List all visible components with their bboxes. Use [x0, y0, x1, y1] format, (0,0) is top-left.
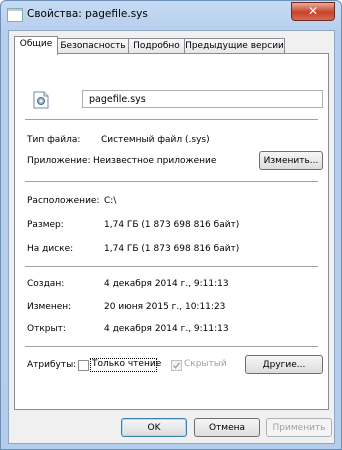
application-label: Приложение:: [27, 156, 91, 166]
hidden-checkbox[interactable]: [171, 360, 182, 371]
file-type-label: Тип файла:: [27, 135, 81, 145]
attributes-label: Атрибуты:: [27, 360, 77, 370]
apply-button[interactable]: Применить: [266, 418, 332, 437]
window-icon: [7, 8, 23, 22]
title-bar[interactable]: Свойства: pagefile.sys ✕: [1, 1, 341, 29]
location-label: Расположение:: [27, 196, 100, 206]
size-on-disk-label: На диске:: [27, 244, 74, 254]
window-title: Свойства: pagefile.sys: [27, 8, 148, 20]
dialog-client-area: Общие Безопасность Подробно Предыдущие в…: [8, 30, 335, 444]
tab-details[interactable]: Подробно: [128, 38, 185, 54]
size-on-disk-value: 1,74 ГБ (1 873 698 816 байт): [104, 244, 240, 254]
modified-value: 20 июня 2015 г., 10:11:23: [104, 302, 226, 312]
checkmark-icon: [173, 362, 181, 369]
tab-previous-versions[interactable]: Предыдущие версии: [184, 38, 285, 54]
modified-label: Изменен:: [27, 302, 72, 312]
file-name-field[interactable]: pagefile.sys: [82, 90, 323, 108]
accessed-value: 4 декабря 2014 г., 9:11:13: [104, 324, 229, 334]
general-tab-panel: pagefile.sys Тип файла: Системный файл (…: [14, 53, 329, 410]
separator: [25, 181, 318, 182]
file-name-value: pagefile.sys: [89, 94, 146, 105]
application-value: Неизвестное приложение: [93, 156, 217, 166]
other-attributes-button[interactable]: Другие...: [245, 355, 323, 374]
file-type-value: Системный файл (.sys): [101, 135, 210, 145]
readonly-checkbox[interactable]: [78, 360, 89, 371]
location-value: C:\: [104, 196, 117, 206]
readonly-label[interactable]: Только чтение: [92, 359, 161, 369]
size-label: Размер:: [27, 220, 64, 230]
tab-security[interactable]: Безопасность: [57, 38, 129, 54]
created-label: Создан:: [27, 279, 65, 289]
cancel-button[interactable]: Отмена: [194, 418, 260, 437]
separator: [25, 346, 318, 347]
created-value: 4 декабря 2014 г., 9:11:13: [104, 279, 229, 289]
close-button[interactable]: ✕: [291, 2, 335, 21]
hidden-label: Скрытый: [184, 359, 227, 369]
tab-general[interactable]: Общие: [14, 36, 58, 55]
ok-button[interactable]: OK: [121, 418, 187, 437]
system-file-icon: [33, 91, 49, 109]
separator: [25, 266, 318, 267]
properties-window: Свойства: pagefile.sys ✕ Общие Безопасно…: [0, 0, 342, 450]
accessed-label: Открыт:: [27, 324, 66, 334]
change-button[interactable]: Изменить...: [259, 151, 323, 170]
size-value: 1,74 ГБ (1 873 698 816 байт): [104, 220, 240, 230]
separator: [25, 119, 318, 120]
